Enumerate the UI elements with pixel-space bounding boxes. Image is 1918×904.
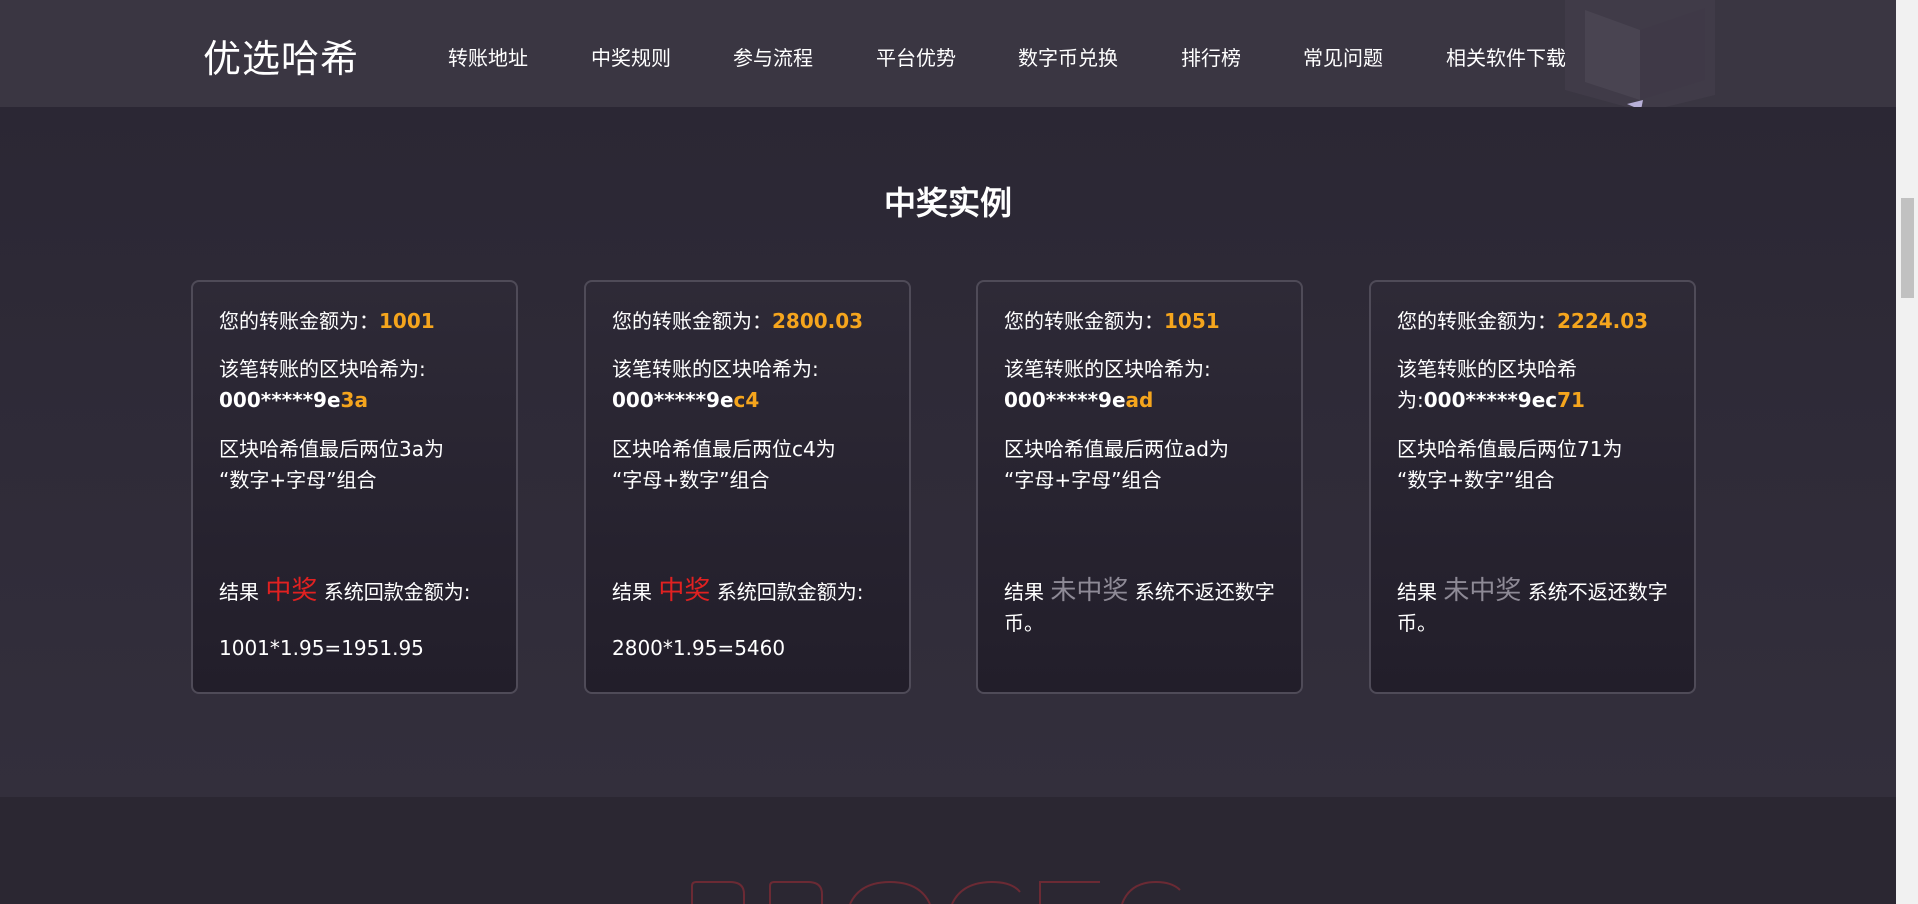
hash-value: 000*****9e3a xyxy=(219,385,502,416)
top-navigation-bar: 优选哈希 转账地址 中奖规则 参与流程 平台优势 数字币兑换 排行榜 常见问题 … xyxy=(0,0,1896,112)
hash-label: 该笔转账的区块哈希为: xyxy=(219,357,426,381)
amount-line: 您的转账金额为：1001 xyxy=(219,306,502,337)
hash-label: 该笔转账的区块哈希为: xyxy=(1004,357,1211,381)
nav-winning-rules[interactable]: 中奖规则 xyxy=(591,42,671,71)
result-prefix: 结果 xyxy=(219,580,266,604)
hash-label: 该笔转账的区块哈希为: xyxy=(612,357,819,381)
nav-software-download[interactable]: 相关软件下载 xyxy=(1446,42,1566,71)
payout-formula: 2800*1.95=5460 xyxy=(612,636,786,660)
nav-crypto-exchange[interactable]: 数字币兑换 xyxy=(1018,42,1118,71)
result-line: 结果 中奖 系统回款金额为: xyxy=(612,576,895,608)
hash-description: 区块哈希值最后两位71为 xyxy=(1397,437,1623,461)
example-card-1: 您的转账金额为：1001 该笔转账的区块哈希为: 000*****9e3a 区块… xyxy=(191,280,518,694)
amount-value: 2800.03 xyxy=(772,309,864,333)
result-line: 结果 未中奖 系统不返还数字 xyxy=(1397,576,1680,608)
nav-faq[interactable]: 常见问题 xyxy=(1303,42,1383,71)
hash-description: 区块哈希值最后两位3a为 xyxy=(219,437,444,461)
result-lose-label: 未中奖 xyxy=(1443,576,1522,606)
site-logo[interactable]: 优选哈希 xyxy=(203,28,359,83)
result-line: 结果 中奖 系统回款金额为: xyxy=(219,576,502,608)
result-win-label: 中奖 xyxy=(265,576,318,606)
hash-value: 000*****9ead xyxy=(1004,385,1287,416)
combination-type: “字母+数字”组合 xyxy=(612,468,770,492)
hash-tail: c4 xyxy=(733,388,760,412)
result-prefix: 结果 xyxy=(612,580,659,604)
result-lose-label: 未中奖 xyxy=(1050,576,1129,606)
process-decorative-outline-text xyxy=(691,880,1181,904)
result-prefix: 结果 xyxy=(1397,580,1444,604)
result-suffix: 系统回款金额为: xyxy=(710,580,864,604)
hash-description: 区块哈希值最后两位ad为 xyxy=(1004,437,1229,461)
hash-prefix: 000*****9ec xyxy=(1423,388,1558,412)
result-line: 结果 未中奖 系统不返还数字 xyxy=(1004,576,1287,608)
scrollbar-thumb[interactable] xyxy=(1901,198,1914,298)
combination-type: “数字+字母”组合 xyxy=(219,468,377,492)
hash-label: 该笔转账的区块哈希 xyxy=(1397,357,1577,381)
nav-participation-process[interactable]: 参与流程 xyxy=(733,42,813,71)
hash-description: 区块哈希值最后两位c4为 xyxy=(612,437,836,461)
hash-prefix: 000*****9e xyxy=(219,388,341,412)
amount-value: 1051 xyxy=(1164,309,1220,333)
result-suffix-continued: 币。 xyxy=(1004,611,1044,635)
result-suffix: 系统不返还数字 xyxy=(1128,580,1275,604)
combination-type: “数字+数字”组合 xyxy=(1397,468,1555,492)
hash-prefix: 000*****9e xyxy=(612,388,734,412)
page-scrollbar[interactable] xyxy=(1896,0,1918,904)
amount-label: 您的转账金额为： xyxy=(1397,309,1557,333)
section-title: 中奖实例 xyxy=(883,184,1012,222)
hash-label-continued: 为: xyxy=(1397,388,1424,412)
amount-line: 您的转账金额为：2800.03 xyxy=(612,306,895,337)
nav-platform-advantages[interactable]: 平台优势 xyxy=(876,42,956,71)
nav-leaderboard[interactable]: 排行榜 xyxy=(1181,42,1241,71)
amount-label: 您的转账金额为： xyxy=(1004,309,1164,333)
result-win-label: 中奖 xyxy=(658,576,711,606)
hash-value: 000*****9ec4 xyxy=(612,385,895,416)
example-card-2: 您的转账金额为：2800.03 该笔转账的区块哈希为: 000*****9ec4… xyxy=(584,280,911,694)
amount-value: 1001 xyxy=(379,309,435,333)
payout-formula: 1001*1.95=1951.95 xyxy=(219,636,424,660)
example-card-3: 您的转账金额为：1051 该笔转账的区块哈希为: 000*****9ead 区块… xyxy=(976,280,1303,694)
hash-tail: 71 xyxy=(1557,388,1585,412)
amount-value: 2224.03 xyxy=(1557,309,1649,333)
hash-tail: 3a xyxy=(340,388,368,412)
decorative-cube-graphic xyxy=(1565,0,1715,112)
amount-label: 您的转账金额为： xyxy=(612,309,772,333)
combination-type: “字母+字母”组合 xyxy=(1004,468,1162,492)
hash-value: 为:000*****9ec71 xyxy=(1397,385,1680,416)
amount-line: 您的转账金额为：2224.03 xyxy=(1397,306,1680,337)
hash-tail: ad xyxy=(1125,388,1154,412)
result-suffix: 系统回款金额为: xyxy=(317,580,471,604)
result-prefix: 结果 xyxy=(1004,580,1051,604)
hash-prefix: 000*****9e xyxy=(1004,388,1126,412)
amount-line: 您的转账金额为：1051 xyxy=(1004,306,1287,337)
nav-transfer-address[interactable]: 转账地址 xyxy=(448,42,528,71)
amount-label: 您的转账金额为： xyxy=(219,309,379,333)
result-suffix: 系统不返还数字 xyxy=(1521,580,1668,604)
example-card-4: 您的转账金额为：2224.03 该笔转账的区块哈希 为:000*****9ec7… xyxy=(1369,280,1696,694)
page: 优选哈希 转账地址 中奖规则 参与流程 平台优势 数字币兑换 排行榜 常见问题 … xyxy=(0,0,1896,904)
result-suffix-continued: 币。 xyxy=(1397,611,1437,635)
